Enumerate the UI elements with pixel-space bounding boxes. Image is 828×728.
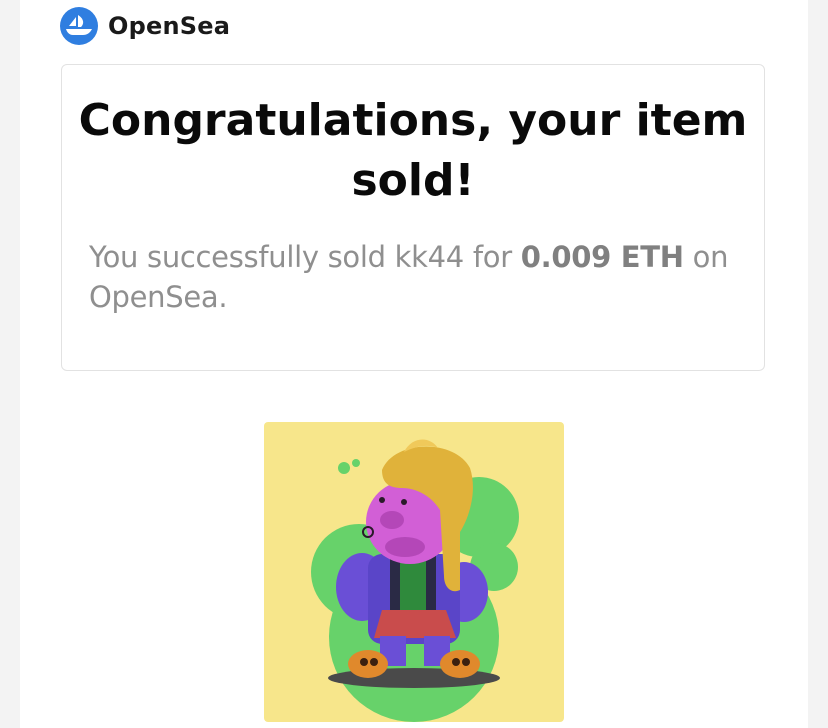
congratulations-title: Congratulations, your item sold! <box>78 95 748 206</box>
sale-price: 0.009 ETH <box>520 240 684 274</box>
sale-message-prefix: You successfully sold kk44 for <box>89 240 521 274</box>
brand-name: OpenSea <box>108 12 231 40</box>
email-page: OpenSea Congratulations, your item sold!… <box>0 0 828 728</box>
nft-item-image[interactable] <box>264 422 564 722</box>
opensea-logo-icon <box>60 7 98 45</box>
nft-character-icon <box>311 439 519 722</box>
boat-icon <box>66 15 92 35</box>
email-header: OpenSea <box>60 6 230 46</box>
sale-message: You successfully sold kk44 for 0.009 ETH… <box>89 237 749 317</box>
sale-notification-card: Congratulations, your item sold! You suc… <box>61 64 765 371</box>
